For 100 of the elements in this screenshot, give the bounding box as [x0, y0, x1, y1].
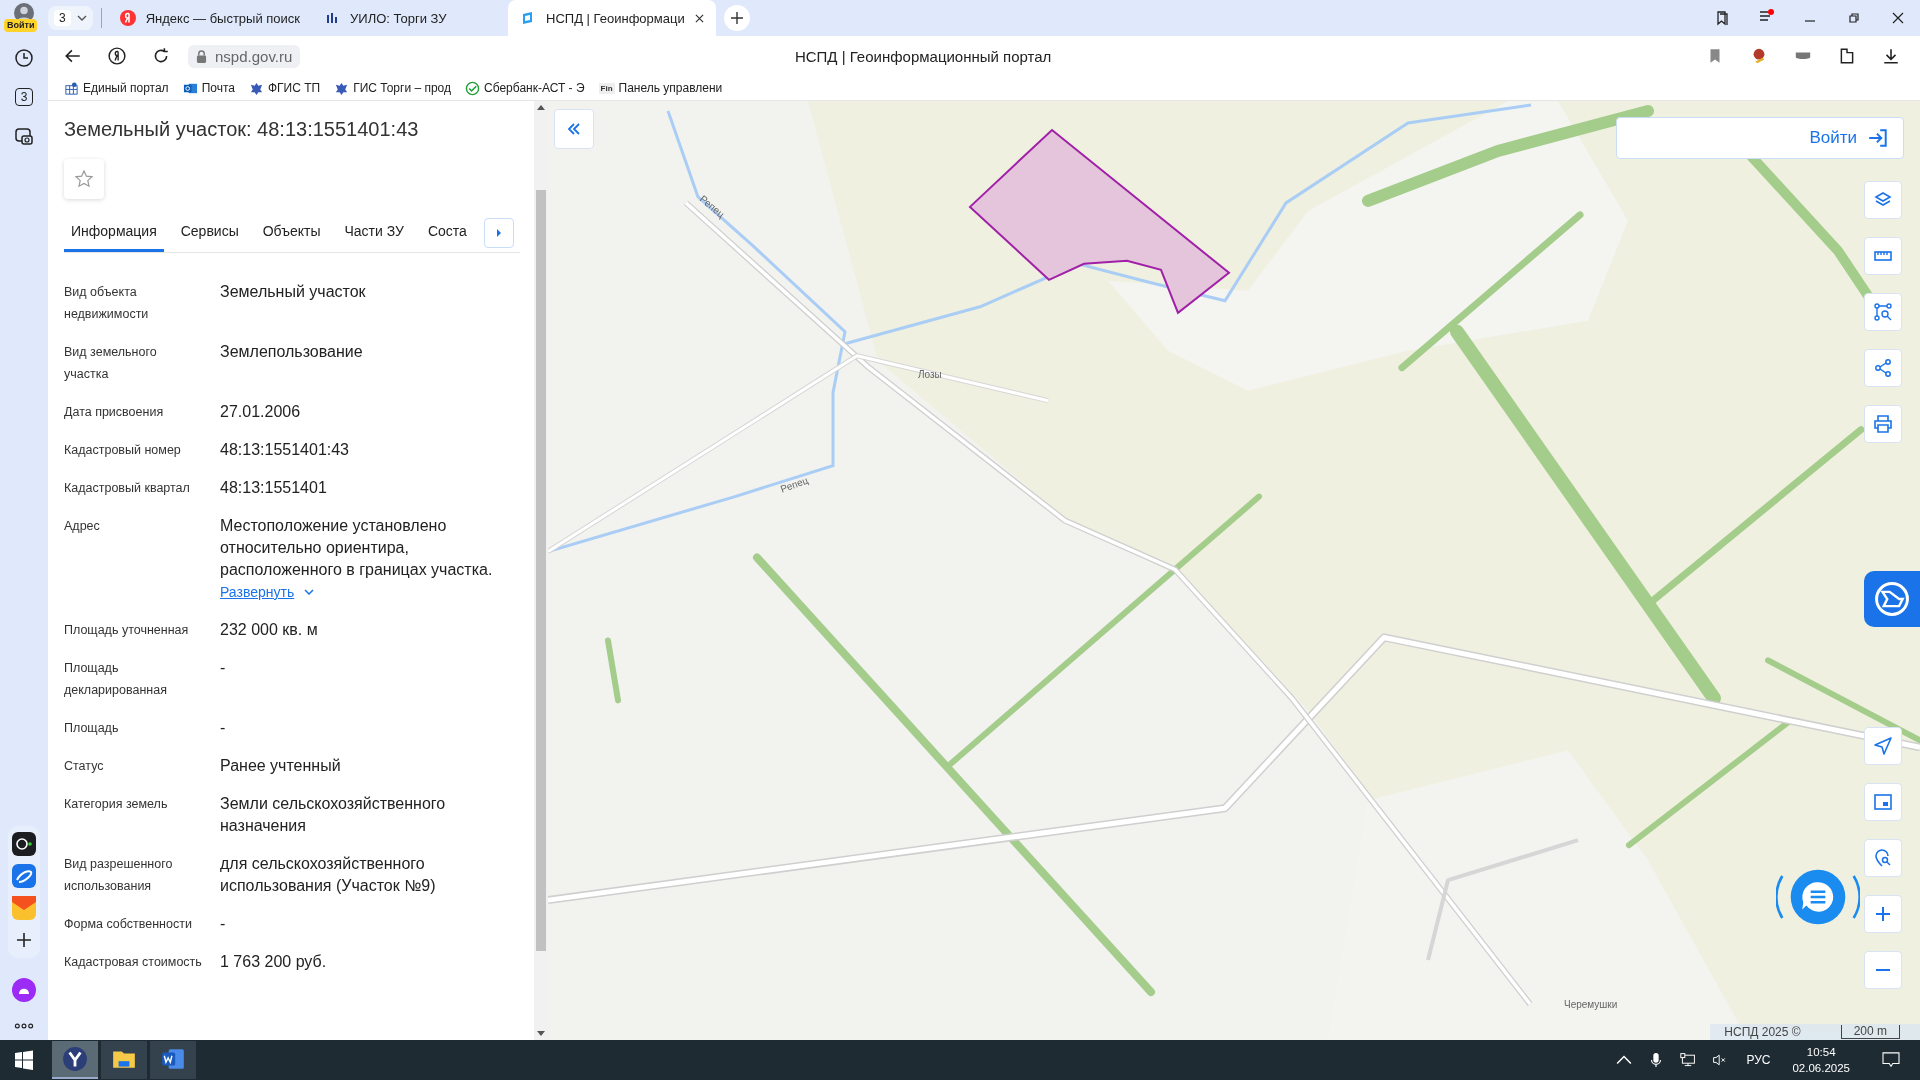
- double-chevron-left-icon: [567, 123, 581, 135]
- new-tab-button[interactable]: [723, 5, 750, 31]
- scroll-down-icon[interactable]: [537, 1031, 545, 1036]
- page-title: НСПД | Геоинформационный портал: [793, 47, 1053, 65]
- bookmark-link[interactable]: Почта: [182, 80, 235, 96]
- browser-tab[interactable]: НСПД | Геоинформаци: [508, 0, 716, 36]
- bookmark-link[interactable]: ФГИС ТП: [248, 80, 321, 96]
- restore-icon[interactable]: [1846, 10, 1862, 26]
- printer-icon: [1873, 414, 1893, 434]
- browser-tab[interactable]: УИЛО: Торги ЗУ: [312, 0, 509, 36]
- messenger-app-icon[interactable]: [12, 864, 36, 888]
- assistant-icon[interactable]: [12, 978, 36, 1002]
- tab-count-button[interactable]: 3: [14, 88, 34, 106]
- zoom-in-button[interactable]: [1864, 895, 1902, 933]
- notifications-icon[interactable]: [1882, 1052, 1900, 1068]
- back-arrow-icon[interactable]: [64, 47, 82, 65]
- field-value: Земельный участок: [220, 282, 367, 302]
- layers-button[interactable]: [1864, 181, 1902, 219]
- menu-icon[interactable]: [1758, 8, 1774, 24]
- area-search-button[interactable]: [1864, 293, 1902, 331]
- history-clock-icon[interactable]: [14, 48, 34, 68]
- login-button[interactable]: Войти: [1616, 117, 1904, 159]
- screenshot-camera-icon[interactable]: [14, 126, 34, 146]
- field-value: Ранее учтенный: [220, 756, 342, 776]
- tab-count-button[interactable]: 3: [48, 6, 93, 30]
- address-field[interactable]: nspd.gov.ru: [188, 44, 301, 68]
- measure-button[interactable]: [1864, 237, 1902, 275]
- field-label: Площадь уточненная: [64, 622, 190, 639]
- plus-icon: [1873, 904, 1893, 924]
- field-label: Адрес: [64, 518, 101, 535]
- bookmark-link[interactable]: ГИС Торги – прод: [334, 80, 452, 96]
- pin-search-icon: [1873, 848, 1893, 868]
- camera-app-icon[interactable]: [12, 832, 36, 856]
- find-place-button[interactable]: [1864, 839, 1902, 877]
- bookmarks-panel-icon[interactable]: [1714, 10, 1730, 26]
- taskbar-app-button[interactable]: [150, 1041, 196, 1079]
- panel-tab[interactable]: Части ЗУ: [337, 213, 411, 252]
- document-app-icon: [160, 1046, 186, 1072]
- field-label: Кадастровый номер: [64, 442, 182, 459]
- expand-link[interactable]: Развернуть: [220, 581, 315, 603]
- scroll-up-icon[interactable]: [537, 105, 545, 110]
- tree-belt-line: [605, 637, 621, 704]
- bookmark-link[interactable]: Единый портал: [64, 80, 169, 96]
- yandex-logo-icon[interactable]: [108, 47, 126, 65]
- map-place-label: Репец: [779, 474, 810, 495]
- panel-tab[interactable]: Сервисы: [173, 213, 246, 252]
- site-badge-icon: Fin: [598, 82, 615, 94]
- field-label: Вид объекта недвижимости: [64, 284, 150, 323]
- field-label: Вид земельного участка: [64, 344, 158, 383]
- network-icon[interactable]: [1680, 1052, 1697, 1068]
- print-button[interactable]: [1864, 405, 1902, 443]
- field-label: Кадастровый квартал: [64, 480, 191, 497]
- panel-tab[interactable]: Объекты: [255, 213, 328, 252]
- map-place-label: Черемушки: [1564, 999, 1618, 1010]
- input-language-indicator[interactable]: РУС: [1746, 1053, 1771, 1067]
- field-value: Местоположение установлено относительно ориентира, расположенного в границах участка.: [220, 516, 494, 580]
- download-icon[interactable]: [1882, 47, 1900, 65]
- feedback-tab-button[interactable]: [1864, 571, 1920, 627]
- selection-search-icon: [1873, 302, 1893, 322]
- collapse-panel-button[interactable]: [554, 109, 594, 149]
- field-value: Землепользование: [220, 342, 364, 362]
- windows-start-icon[interactable]: [14, 1050, 34, 1070]
- field-value: -: [220, 658, 227, 678]
- bookmark-link[interactable]: Fin Панель управлени: [598, 81, 723, 95]
- reload-icon[interactable]: [152, 47, 170, 65]
- browser-tab[interactable]: Яндекс — быстрый поиск: [107, 0, 313, 36]
- navigation-arrow-icon: [1873, 736, 1893, 756]
- minimap-button[interactable]: [1864, 783, 1902, 821]
- scrollbar[interactable]: [534, 101, 548, 1040]
- land-parcel-shape[interactable]: [968, 128, 1231, 315]
- bookmark-link[interactable]: Сбербанк-АСТ - Э: [465, 80, 585, 96]
- panel-tab[interactable]: Соста: [420, 213, 474, 252]
- profile-button[interactable]: Войти: [0, 0, 48, 36]
- more-icon[interactable]: [14, 1022, 34, 1030]
- star-icon: [74, 169, 94, 189]
- close-tab-icon[interactable]: [694, 13, 704, 23]
- check-circle-icon: [465, 80, 481, 96]
- chevron-down-icon: [76, 15, 87, 21]
- map-grid-icon: [64, 80, 79, 96]
- emblem-icon: [334, 80, 350, 96]
- sign-in-icon: [1867, 127, 1889, 149]
- share-button[interactable]: [1864, 349, 1902, 387]
- field-label: Площадь декларированная: [64, 660, 168, 699]
- taskbar-app-button[interactable]: [52, 1041, 98, 1079]
- panel-tab[interactable]: Информация: [64, 213, 164, 252]
- map-chat-icon: [1873, 580, 1911, 618]
- field-label: Дата присвоения: [64, 404, 165, 421]
- locate-button[interactable]: [1864, 727, 1902, 765]
- field-value: Земли сельскохозяйственного назначения: [220, 794, 447, 836]
- taskbar-app-button[interactable]: [101, 1041, 147, 1079]
- clock[interactable]: 10:54 02.06.2025: [1792, 1044, 1850, 1076]
- field-value: 27.01.2006: [220, 402, 302, 422]
- field-label: Кадастровая стоимость: [64, 954, 203, 971]
- close-icon[interactable]: [1890, 10, 1906, 26]
- field-label: Статус: [64, 758, 105, 775]
- share-icon: [1873, 358, 1893, 378]
- copyright-text: НСПД 2025 ©: [1724, 1025, 1801, 1039]
- mail-app-icon[interactable]: [12, 896, 36, 920]
- field-label: Вид разрешенного использования: [64, 856, 174, 895]
- picture-in-picture-icon: [1873, 792, 1893, 812]
